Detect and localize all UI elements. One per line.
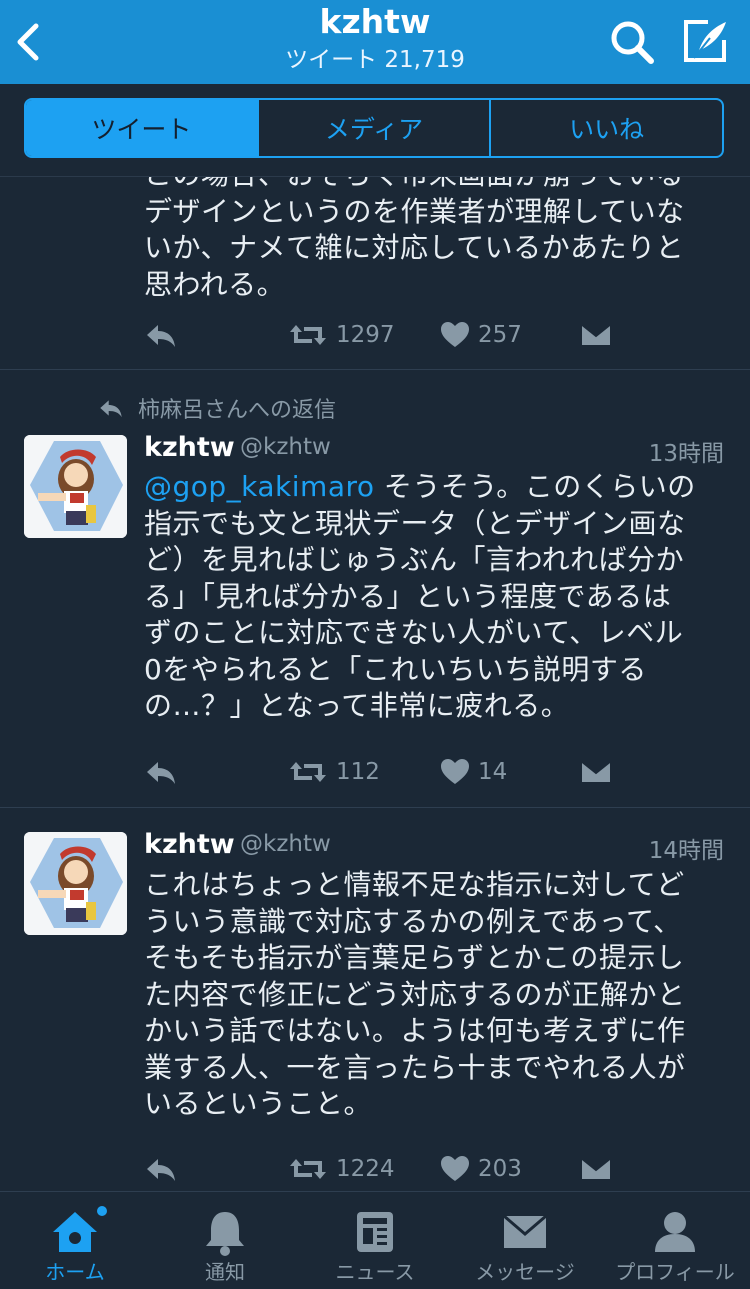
- reply-context: 柿麻呂さんへの返信: [98, 392, 336, 424]
- retweet-count: 1224: [336, 1156, 395, 1182]
- retweet-count: 1297: [336, 322, 395, 348]
- bell-icon: [206, 1212, 244, 1256]
- nav-header: kzhtw ツイート 21,719: [0, 0, 750, 84]
- retweet-icon: [290, 762, 326, 782]
- reply-context-label: 柿麻呂さんへの返信: [138, 398, 337, 423]
- avatar-image: [24, 435, 127, 538]
- tab-notifications[interactable]: 通知: [150, 1192, 300, 1289]
- tweet-3-text: これはちょっと情報不足な指示に対してど ういう意識で対応するかの例えであって、 …: [144, 868, 686, 1120]
- home-icon: [53, 1212, 97, 1252]
- mention-link[interactable]: @gop_kakimaro: [144, 470, 375, 503]
- segment-bar: ツイート メディア いいね: [0, 84, 750, 177]
- tab-messages[interactable]: メッセージ: [450, 1192, 600, 1289]
- like-button[interactable]: 14: [440, 752, 507, 792]
- tab-likes[interactable]: いいね: [489, 100, 722, 156]
- user-handle: @kzhtw: [240, 434, 331, 460]
- compose-button[interactable]: [680, 16, 732, 68]
- avatar[interactable]: [24, 435, 127, 538]
- tab-tweets[interactable]: ツイート: [26, 100, 257, 156]
- retweet-icon: [290, 1159, 326, 1179]
- retweet-button[interactable]: 1224: [288, 1149, 395, 1189]
- tab-label: ホーム: [45, 1260, 105, 1284]
- dm-button[interactable]: [580, 752, 612, 792]
- tweet-header: kzhtw @kzhtw 14時間: [144, 829, 724, 865]
- reply-button[interactable]: [144, 752, 178, 792]
- like-count: 257: [478, 322, 522, 348]
- tweet-header: kzhtw @kzhtw 13時間: [144, 432, 724, 468]
- display-name[interactable]: kzhtw: [144, 432, 235, 463]
- retweet-icon: [290, 325, 326, 345]
- retweet-button[interactable]: 1297: [288, 315, 395, 355]
- reply-icon: [100, 400, 122, 418]
- like-button[interactable]: 203: [440, 1149, 522, 1189]
- like-button[interactable]: 257: [440, 315, 522, 355]
- tweet-3-actions: 1224 203: [144, 1149, 624, 1189]
- tab-label: メッセージ: [475, 1260, 575, 1284]
- timestamp: 13時間: [648, 441, 724, 467]
- tab-news[interactable]: ニュース: [300, 1192, 450, 1289]
- tab-media[interactable]: メディア: [256, 100, 490, 156]
- segmented-control: ツイート メディア いいね: [24, 98, 724, 158]
- retweet-count: 112: [336, 759, 380, 785]
- like-count: 203: [478, 1156, 522, 1182]
- reply-button[interactable]: [144, 315, 178, 355]
- tweet-2-actions: 112 14: [144, 752, 624, 792]
- tab-profile[interactable]: プロフィール: [600, 1192, 750, 1289]
- direct-message-icon: [580, 323, 612, 347]
- reply-button[interactable]: [144, 1149, 178, 1189]
- tab-label: ニュース: [335, 1260, 415, 1284]
- tab-label: 通知: [205, 1260, 245, 1284]
- heart-icon: [441, 759, 469, 784]
- timestamp: 14時間: [648, 838, 724, 864]
- tab-home[interactable]: ホーム: [0, 1192, 150, 1289]
- direct-message-icon: [580, 1157, 612, 1181]
- reply-icon: [147, 762, 175, 784]
- search-button[interactable]: [606, 16, 658, 68]
- dm-button[interactable]: [580, 315, 612, 355]
- tweet-2-text: @gop_kakimaro そうそう。このくらいの 指示でも文と現状データ（とデ…: [144, 469, 724, 725]
- bottom-tab-bar: ホーム 通知 ニュース メッセージ プロフィール: [0, 1191, 750, 1289]
- profile-icon: [655, 1212, 695, 1252]
- dm-button[interactable]: [580, 1149, 612, 1189]
- notification-dot: [97, 1206, 107, 1216]
- reply-icon: [147, 1159, 175, 1181]
- avatar-image: [24, 832, 127, 935]
- tweet-1-actions: 1297 257: [144, 315, 624, 355]
- timeline[interactable]: この場合、おそらく市来画面が崩っている デザインというのを作業者が理解していな …: [0, 177, 750, 1191]
- tweet-1-text: この場合、おそらく市来画面が崩っている デザインというのを作業者が理解していな …: [144, 177, 685, 301]
- user-handle: @kzhtw: [240, 831, 331, 857]
- avatar[interactable]: [24, 832, 127, 935]
- display-name[interactable]: kzhtw: [144, 829, 235, 860]
- divider: [0, 369, 750, 370]
- heart-icon: [441, 1156, 469, 1181]
- search-icon: [611, 21, 654, 64]
- direct-message-icon: [580, 760, 612, 784]
- heart-icon: [441, 322, 469, 347]
- envelope-icon: [503, 1214, 547, 1248]
- divider: [0, 807, 750, 808]
- like-count: 14: [478, 759, 508, 785]
- screen: kzhtw ツイート 21,719 ツイート メディア いいね この場合、おそら…: [0, 0, 750, 1289]
- news-icon: [357, 1212, 393, 1252]
- reply-icon: [147, 325, 175, 347]
- retweet-button[interactable]: 112: [288, 752, 380, 792]
- compose-quill-icon: [684, 20, 726, 62]
- tweet-body: そうそう。このくらいの 指示でも文と現状データ（とデザイン画な ど）を見ればじゅ…: [144, 470, 696, 722]
- tab-label: プロフィール: [615, 1260, 735, 1284]
